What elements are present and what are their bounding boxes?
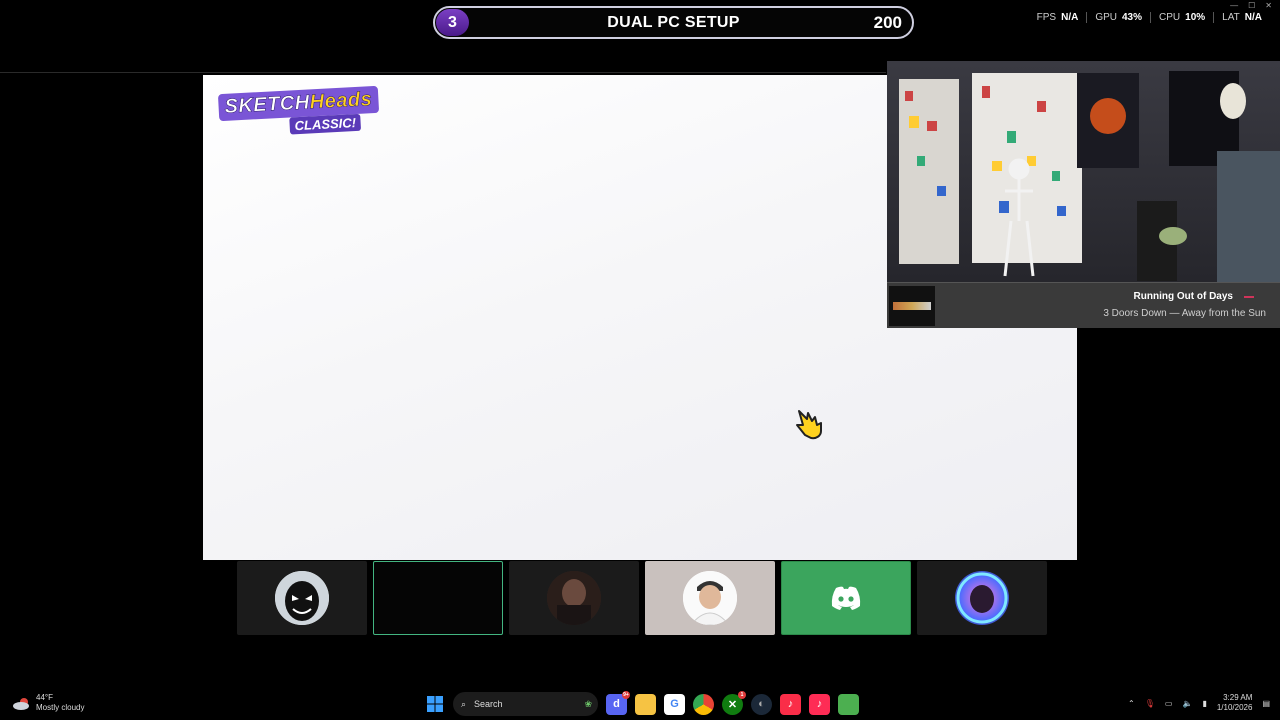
weather-widget[interactable]: 44°F Mostly cloudy (12, 693, 84, 713)
discord-app-icon[interactable]: d 9+ (606, 690, 630, 715)
participant-tile[interactable] (373, 561, 503, 635)
window-controls: ― ☐ ✕ (1230, 1, 1272, 10)
participant-strip (237, 561, 1047, 635)
file-explorer-icon[interactable] (635, 693, 656, 715)
steam-icon[interactable]: ◐ (751, 693, 772, 715)
music-progress-bar (1244, 296, 1254, 298)
search-label: Search (474, 699, 503, 709)
maximize-icon[interactable]: ☐ (1248, 1, 1255, 10)
webcam-feed (887, 61, 1280, 282)
performance-stats: FPS N/A GPU 43% CPU 10% LAT N/A (1029, 12, 1270, 23)
google-icon[interactable]: G (664, 693, 685, 715)
avatar (955, 571, 1009, 625)
system-tray: ⌃ 🎙 ▭ 🔈 ▮ 3:29 AM 1/10/2026 ▤ (1128, 693, 1270, 713)
now-playing-widget: Running Out of Days 3 Doors Down — Away … (887, 282, 1280, 328)
participant-tile[interactable] (645, 561, 775, 635)
song-title: Running Out of Days (1133, 291, 1233, 302)
participant-tile[interactable] (509, 561, 639, 635)
xbox-icon[interactable]: ✕ 1 (722, 690, 746, 715)
sketchheads-logo: SKETCHHeads CLASSIC! (217, 85, 380, 139)
minimize-icon[interactable]: ― (1230, 1, 1238, 10)
webcam-scene (905, 71, 1280, 282)
taskbar: 44°F Mostly cloudy ⌕ Search ❀ d 9+ G ✕ 1 ◐… (0, 688, 1280, 720)
stat-lat: LAT N/A (1213, 12, 1270, 23)
weather-condition: Mostly cloudy (36, 703, 85, 712)
cloud-icon (13, 698, 29, 710)
tiktok-icon[interactable]: ♪ (809, 693, 830, 715)
participant-tile[interactable] (781, 561, 911, 635)
song-artist: 3 Doors Down — Away from the Sun (1103, 308, 1266, 319)
stat-gpu: GPU 43% (1086, 12, 1150, 23)
stream-banner: 3 DUAL PC SETUP 200 (433, 6, 914, 39)
volume-icon[interactable]: 🔈 (1182, 699, 1192, 708)
battery-icon[interactable]: ▮ (1202, 699, 1206, 708)
discord-badge: 9+ (622, 690, 630, 699)
stat-cpu: CPU 10% (1150, 12, 1213, 23)
network-icon[interactable]: ▭ (1165, 699, 1173, 708)
stat-fps: FPS N/A (1036, 12, 1079, 23)
album-art (889, 286, 935, 326)
music-app-icon[interactable]: ♪ (780, 693, 801, 715)
banner-score: 200 (873, 13, 902, 32)
microphone-icon[interactable]: 🎙 (1145, 699, 1155, 708)
banner-title: DUAL PC SETUP (607, 13, 740, 31)
clock[interactable]: 3:29 AM 1/10/2026 (1217, 693, 1253, 713)
discord-icon (831, 586, 861, 610)
xbox-badge: 1 (738, 690, 746, 699)
search-icon: ⌕ (461, 698, 467, 709)
rank-badge: 3 (436, 9, 469, 36)
taskbar-search[interactable]: ⌕ Search ❀ (453, 692, 598, 716)
divider (0, 72, 886, 73)
search-highlight-icon: ❀ (584, 698, 592, 709)
temperature: 44°F (36, 693, 53, 702)
taskbar-apps: ⌕ Search ❀ d 9+ G ✕ 1 ◐ ♪ ♪ (424, 690, 859, 716)
close-icon[interactable]: ✕ (1265, 1, 1272, 10)
participant-tile[interactable] (917, 561, 1047, 635)
windows-start-icon[interactable] (424, 694, 445, 715)
participant-tile[interactable] (237, 561, 367, 635)
notification-icon[interactable]: ▤ (1262, 699, 1270, 708)
avatar (275, 571, 329, 625)
chrome-icon[interactable] (693, 693, 714, 715)
minecraft-icon[interactable] (838, 693, 859, 715)
hand-cursor-icon (793, 407, 827, 446)
chevron-up-icon[interactable]: ⌃ (1128, 699, 1135, 708)
avatar (683, 571, 737, 625)
avatar (547, 571, 601, 625)
